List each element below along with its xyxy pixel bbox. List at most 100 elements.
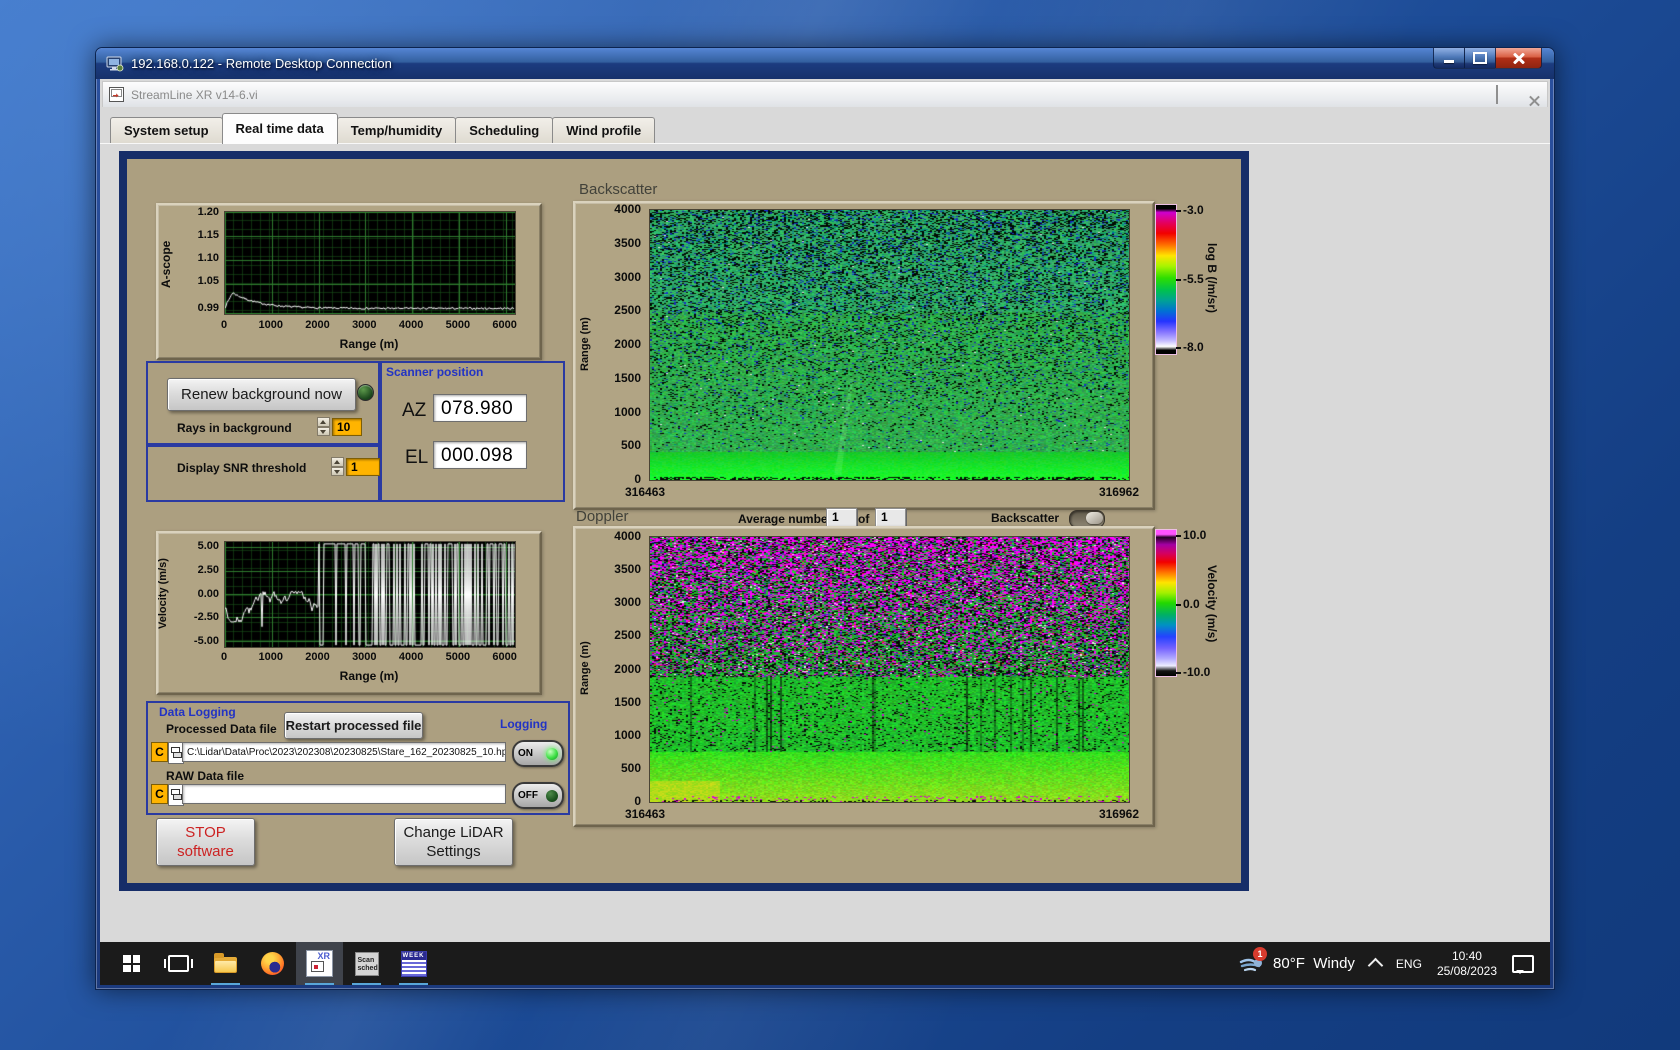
doppler-y-tick: 4000: [614, 529, 641, 543]
rdp-title: 192.168.0.122 - Remote Desktop Connectio…: [131, 56, 392, 71]
doppler-x-end-label: 316962: [1098, 807, 1139, 821]
language-indicator[interactable]: ENG: [1396, 957, 1422, 971]
processed-logging-switch[interactable]: ON: [512, 740, 564, 767]
doppler-y-tick: 500: [620, 760, 641, 775]
spin-up-icon[interactable]: [317, 417, 330, 427]
logging-label: Logging: [500, 717, 548, 731]
minimize-icon: [1444, 59, 1454, 63]
velocity-y-tick: -2.50: [193, 611, 219, 624]
tab-real-time-data[interactable]: Real time data: [221, 113, 338, 144]
snr-spinner[interactable]: [331, 457, 344, 476]
off-label: OFF: [518, 790, 538, 801]
velocity-x-tick: 2000: [305, 651, 330, 663]
week-document-button[interactable]: WEEK: [390, 942, 437, 985]
tab-wind-profile[interactable]: Wind profile: [552, 117, 656, 144]
processed-path-field[interactable]: C:\Lidar\Data\Proc\2023\202308\20230825\…: [182, 742, 506, 762]
taskbar-clock[interactable]: 10:40 25/08/2023: [1437, 949, 1497, 979]
az-value-field[interactable]: 078.980: [433, 394, 527, 422]
tab-temp-humidity[interactable]: Temp/humidity: [336, 117, 457, 144]
doppler-colorbar-tick: 0.0: [1183, 597, 1200, 611]
doppler-heatmap: [649, 536, 1130, 803]
spin-up-icon[interactable]: [331, 457, 344, 467]
backscatter-y-tick: 500: [620, 438, 641, 453]
streamline-xr-button[interactable]: XR: [296, 942, 343, 985]
change-lidar-settings-button[interactable]: Change LiDAR Settings: [394, 818, 513, 866]
velocity-x-tick: 3000: [352, 651, 377, 663]
backscatter-x-end-label: 316962: [1098, 485, 1139, 499]
ascope-x-tick: 3000: [352, 319, 377, 331]
velocity-y-tick: 2.50: [197, 563, 219, 576]
velocity-y-tick: 0.00: [197, 587, 219, 600]
rdp-close-button[interactable]: [1495, 48, 1542, 69]
firefox-button[interactable]: [249, 942, 296, 985]
raw-logging-switch[interactable]: OFF: [512, 782, 564, 809]
velocity-y-tick: 5.00: [197, 540, 219, 553]
ascope-y-tick: 1.20: [197, 206, 219, 218]
file-explorer-button[interactable]: [202, 942, 249, 985]
backscatter-toggle-label: Backscatter: [991, 511, 1060, 525]
rays-in-background-label: Rays in background: [177, 421, 292, 435]
velocity-x-tick: 0: [220, 651, 228, 663]
tab-bar: System setup Real time data Temp/humidity S…: [100, 107, 1550, 144]
renew-background-label: Renew background now: [181, 386, 342, 403]
renew-background-button[interactable]: Renew background now: [167, 378, 356, 411]
folder-icon: [214, 953, 237, 973]
task-view-button[interactable]: [155, 942, 202, 985]
ascope-x-tick: 5000: [445, 319, 471, 331]
backscatter-colorbar-tick: -8.0: [1183, 340, 1204, 354]
tab-scheduling[interactable]: Scheduling: [455, 117, 554, 144]
rays-value-field[interactable]: 10: [332, 418, 362, 436]
ascope-x-tick: 2000: [305, 319, 330, 331]
clock-date: 25/08/2023: [1436, 963, 1497, 978]
snr-value-field[interactable]: 1: [346, 458, 380, 476]
start-button[interactable]: [108, 942, 155, 985]
spin-down-icon[interactable]: [317, 426, 330, 436]
rays-spinner[interactable]: [317, 417, 330, 436]
rdp-maximize-button[interactable]: [1464, 48, 1496, 69]
doppler-y-tick: 3000: [614, 595, 641, 610]
raw-drive-field[interactable]: C: [151, 784, 168, 804]
close-icon: [1512, 52, 1525, 65]
backscatter-y-tick: 4000: [614, 202, 641, 216]
weather-widget[interactable]: 1 80°F Windy: [1239, 946, 1355, 974]
scan-scheduler-button[interactable]: Scan sched: [343, 942, 390, 985]
tab-system-setup[interactable]: System setup: [110, 117, 223, 144]
windows-logo-icon: [123, 955, 140, 972]
notification-badge: 1: [1253, 946, 1268, 961]
ascope-plot: [224, 211, 516, 315]
restart-processed-file-label: Restart processed file: [285, 718, 422, 733]
el-label: EL: [405, 447, 429, 468]
on-label: ON: [518, 748, 533, 759]
scan-scheduler-icon: Scan sched: [354, 951, 379, 976]
backscatter-y-tick: 2500: [614, 303, 641, 318]
velocity-plot: [224, 541, 516, 648]
raw-path-field[interactable]: [182, 784, 506, 804]
scan-icon-text1: Scan: [357, 956, 375, 964]
doppler-y-tick: 1500: [614, 694, 641, 709]
action-center-icon[interactable]: [1512, 954, 1534, 974]
remote-desktop-icon: [106, 56, 124, 71]
ascope-y-tick: 0.99: [197, 302, 219, 314]
off-lamp-icon: [546, 789, 558, 802]
system-tray: 1 80°F Windy ENG 10:40 25/08/2023: [1239, 942, 1534, 985]
app-maximize-button[interactable]: [1496, 84, 1498, 104]
colorbar-tick: [1176, 672, 1181, 674]
app-titlebar[interactable]: StreamLine XR v14-6.vi: [102, 81, 1548, 108]
stop-label-line2: software: [177, 843, 234, 860]
main-panel: A-scope Range (m) Renew background now R…: [119, 151, 1249, 891]
backscatter-y-tick: 0: [634, 472, 641, 486]
colorbar-tick: [1176, 210, 1181, 212]
el-value-field[interactable]: 000.098: [433, 441, 527, 469]
colorbar-tick: [1176, 279, 1181, 281]
spin-down-icon[interactable]: [331, 466, 344, 476]
processed-drive-field[interactable]: C: [151, 742, 168, 762]
doppler-y-tick: 0: [634, 794, 641, 808]
rdp-titlebar[interactable]: 192.168.0.122 - Remote Desktop Connectio…: [96, 48, 1554, 79]
doppler-x-start-label: 316463: [625, 807, 666, 821]
rdp-minimize-button[interactable]: [1433, 48, 1465, 69]
restart-processed-file-button[interactable]: Restart processed file: [284, 712, 423, 739]
stop-software-button[interactable]: STOP software: [156, 818, 255, 866]
tray-chevron-icon[interactable]: [1367, 957, 1384, 973]
ascope-y-tick: 1.05: [197, 274, 219, 287]
doppler-section-title: Doppler: [576, 508, 629, 525]
